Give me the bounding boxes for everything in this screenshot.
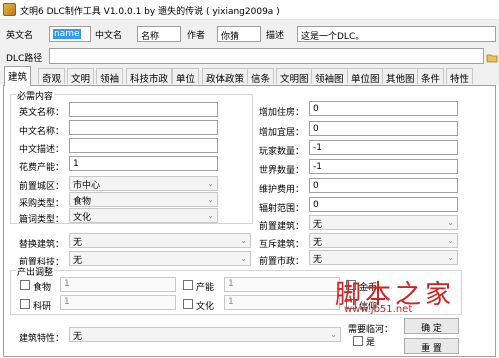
cost-label: 花费产能： xyxy=(19,163,65,173)
reset-button[interactable]: 重 置 xyxy=(404,338,459,354)
culture-value[interactable]: 1 xyxy=(224,295,340,310)
culture-label: 文化 xyxy=(196,302,215,312)
chevron-down-icon: ⌄ xyxy=(240,236,247,245)
need-river-yes-label: 是 xyxy=(366,338,376,348)
chevron-down-icon: ⌄ xyxy=(240,254,247,263)
prefix-type-label: 篇词类型： xyxy=(19,215,65,225)
production-checkbox[interactable] xyxy=(183,280,193,290)
cn-name-field[interactable]: 名称 xyxy=(137,26,181,42)
tab-leader[interactable]: 领袖 xyxy=(96,68,124,85)
prereq-building-label: 前置建筑： xyxy=(259,222,305,232)
player-count-field[interactable]: -1 xyxy=(309,140,458,155)
tab-civ[interactable]: 文明 xyxy=(67,68,95,85)
replace-building-select[interactable]: 无 ⌄ xyxy=(69,233,251,248)
radius-label: 辐射范围： xyxy=(259,204,305,214)
cost-field[interactable]: 1 xyxy=(69,156,218,171)
author-label: 作者 xyxy=(187,31,206,41)
dlc-path-field[interactable] xyxy=(49,48,484,64)
confirm-button[interactable]: 确 定 xyxy=(404,318,459,334)
folder-icon[interactable] xyxy=(486,52,498,64)
chevron-down-icon: ⌄ xyxy=(207,179,214,188)
trait-label: 建筑特性： xyxy=(19,334,65,344)
culture-checkbox[interactable] xyxy=(183,299,193,309)
tab-other-image[interactable]: 其他图 xyxy=(382,68,419,85)
science-value[interactable]: 1 xyxy=(60,295,176,310)
prereq-civic-label: 前置市政： xyxy=(259,257,305,267)
science-label: 科研 xyxy=(33,302,52,312)
housing-field[interactable]: 0 xyxy=(309,101,458,116)
prereq-district-label: 前置城区： xyxy=(19,182,65,192)
tab-unit-image[interactable]: 单位图 xyxy=(347,68,384,85)
prereq-tech-select[interactable]: 无 ⌄ xyxy=(69,251,251,266)
exclusive-building-select[interactable]: 无 ⌄ xyxy=(309,233,458,248)
tab-wonder[interactable]: 奇观 xyxy=(38,68,66,85)
prereq-civic-select[interactable]: 无 ⌄ xyxy=(309,250,458,265)
output-group-title: 产出调整 xyxy=(16,265,55,278)
author-field[interactable]: 你猜 xyxy=(217,26,261,42)
desc-field[interactable]: 这是一个DLC。 xyxy=(297,26,496,42)
cn-name2-field[interactable] xyxy=(69,120,218,135)
cn-name2-label: 中文名称： xyxy=(19,127,65,137)
prereq-building-select[interactable]: 无 ⌄ xyxy=(309,215,458,230)
purchase-type-select[interactable]: 食物 ⌄ xyxy=(69,192,218,207)
maintenance-label: 维护费用： xyxy=(259,185,305,195)
need-river-checkbox[interactable] xyxy=(353,336,363,346)
tab-tech-civic[interactable]: 科技市政 xyxy=(126,68,173,85)
dlc-path-label: DLC路径 xyxy=(6,54,43,64)
tab-unit[interactable]: 单位 xyxy=(172,68,200,85)
desc-label: 描述 xyxy=(266,31,285,41)
en-name-field[interactable]: name xyxy=(49,26,91,42)
prereq-district-select[interactable]: 市中心 ⌄ xyxy=(69,176,218,191)
radius-field[interactable]: 0 xyxy=(309,197,458,212)
cn-desc-label: 中文描述： xyxy=(19,145,65,155)
food-checkbox[interactable] xyxy=(20,280,30,290)
chevron-down-icon: ⌄ xyxy=(207,211,214,220)
cn-desc-field[interactable] xyxy=(69,138,218,153)
chevron-down-icon: ⌄ xyxy=(447,218,454,227)
en-name2-field[interactable] xyxy=(69,102,218,117)
trait-select[interactable]: 无 ⌄ xyxy=(69,327,341,342)
world-count-label: 世界数量： xyxy=(259,166,305,176)
amenity-label: 增加宜居： xyxy=(259,128,305,138)
need-river-label: 需要临河： xyxy=(348,325,394,335)
en-name-label: 英文名 xyxy=(6,31,34,41)
tab-leader-image[interactable]: 领袖图 xyxy=(311,68,348,85)
required-group-title: 必需内容 xyxy=(16,89,55,102)
tab-building[interactable]: 建筑 xyxy=(4,66,32,86)
housing-label: 增加住房： xyxy=(259,108,305,118)
amenity-field[interactable]: 0 xyxy=(309,121,458,136)
window-title: 文明6 DLC制作工具 V1.0.0.1 by 遗失的传说 ( yixiang2… xyxy=(20,7,280,17)
chevron-down-icon: ⌄ xyxy=(330,330,337,339)
tab-condition[interactable]: 条件 xyxy=(417,68,445,85)
chevron-down-icon: ⌄ xyxy=(447,253,454,262)
cn-name-label: 中文名 xyxy=(95,31,123,41)
prefix-type-select[interactable]: 文化 ⌄ xyxy=(69,208,218,223)
tab-civ-image[interactable]: 文明图 xyxy=(276,68,313,85)
tab-policy[interactable]: 政体政策 xyxy=(202,68,249,85)
tab-belief[interactable]: 信条 xyxy=(247,68,275,85)
en-name2-label: 英文名称： xyxy=(19,108,65,118)
exclusive-building-label: 互斥建筑： xyxy=(259,240,305,250)
watermark-url: www.jb51.net xyxy=(344,304,413,315)
maintenance-field[interactable]: 0 xyxy=(309,178,458,193)
purchase-type-label: 采购类型： xyxy=(19,199,65,209)
replace-building-label: 替换建筑： xyxy=(19,240,65,250)
world-count-field[interactable]: -1 xyxy=(309,159,458,174)
chevron-down-icon: ⌄ xyxy=(207,195,214,204)
production-label: 产能 xyxy=(196,283,215,293)
chevron-down-icon: ⌄ xyxy=(447,236,454,245)
science-checkbox[interactable] xyxy=(20,299,30,309)
food-label: 食物 xyxy=(33,283,52,293)
tab-trait[interactable]: 特性 xyxy=(446,68,474,85)
player-count-label: 玩家数量： xyxy=(259,147,305,157)
food-value[interactable]: 1 xyxy=(60,277,176,292)
app-icon xyxy=(3,3,16,16)
production-value[interactable]: 1 xyxy=(224,277,340,292)
